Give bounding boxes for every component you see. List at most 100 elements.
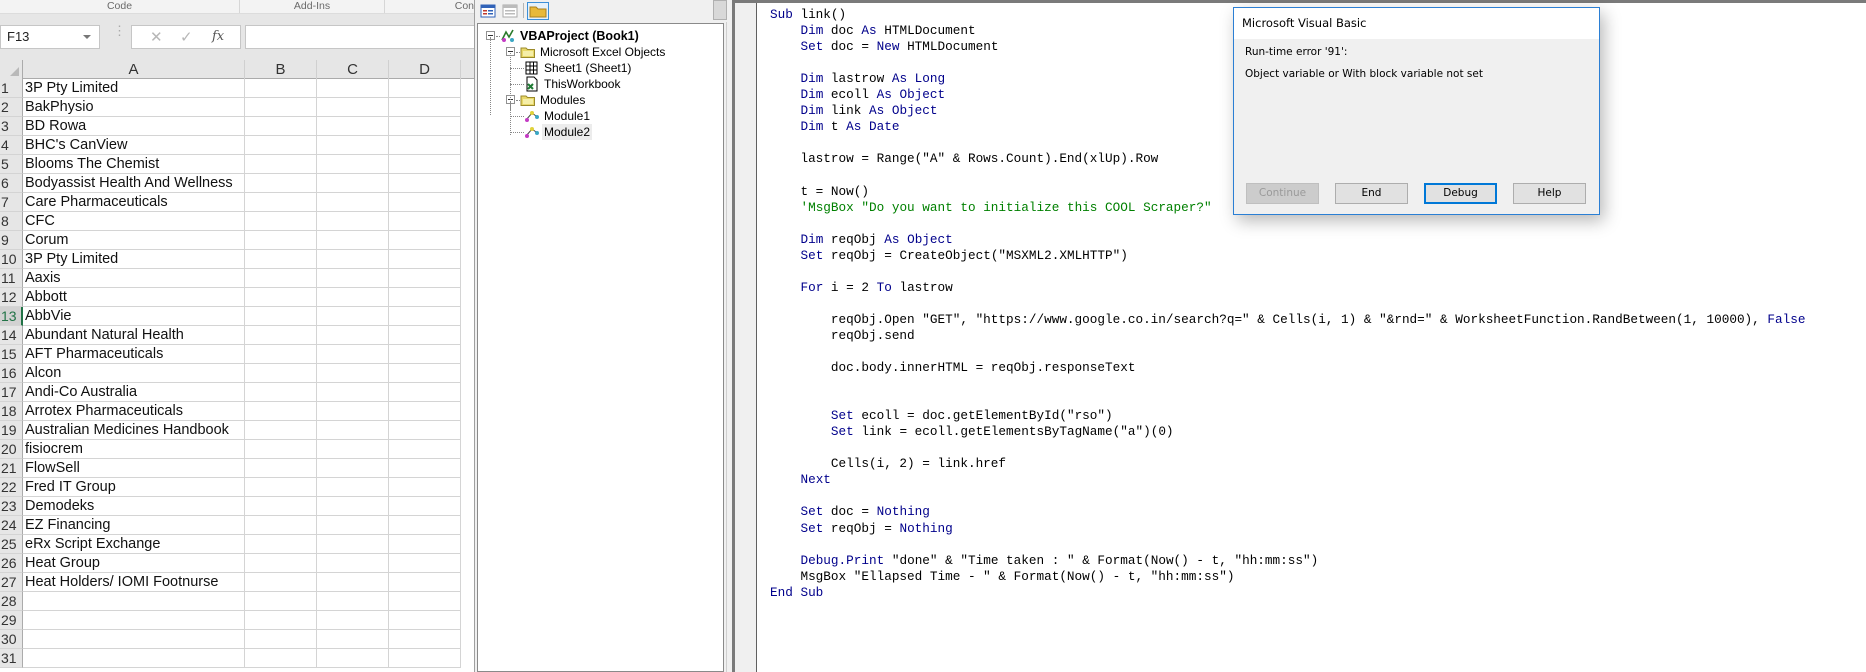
row-header[interactable]: 29 [0, 611, 23, 630]
cell-d[interactable] [389, 212, 461, 231]
cell-c[interactable] [317, 269, 389, 288]
column-header-c[interactable]: C [317, 60, 389, 79]
cell-b[interactable] [245, 98, 317, 117]
cell-d[interactable] [389, 459, 461, 478]
cell-c[interactable] [317, 79, 389, 98]
row-header[interactable]: 3 [0, 117, 23, 136]
row-header[interactable]: 24 [0, 516, 23, 535]
cell-d[interactable] [389, 174, 461, 193]
cell-a[interactable]: 3P Pty Limited [23, 250, 245, 269]
row-header[interactable]: 8 [0, 212, 23, 231]
cell-d[interactable] [389, 326, 461, 345]
cell-a[interactable] [23, 611, 245, 630]
cell-a[interactable]: fisiocrem [23, 440, 245, 459]
code-margin-indicator-bar[interactable] [735, 3, 757, 672]
cell-c[interactable] [317, 459, 389, 478]
row-header[interactable]: 7 [0, 193, 23, 212]
cell-d[interactable] [389, 307, 461, 326]
cell-d[interactable] [389, 554, 461, 573]
cell-a[interactable]: Corum [23, 231, 245, 250]
cell-a[interactable]: AbbVie [23, 307, 245, 326]
cell-d[interactable] [389, 535, 461, 554]
cell-b[interactable] [245, 478, 317, 497]
cell-b[interactable] [245, 174, 317, 193]
row-header[interactable]: 2 [0, 98, 23, 117]
cell-b[interactable] [245, 592, 317, 611]
cell-a[interactable]: Abbott [23, 288, 245, 307]
cell-b[interactable] [245, 288, 317, 307]
select-all-button[interactable] [0, 60, 23, 79]
cell-b[interactable] [245, 459, 317, 478]
tree-item-sheet1-sheet1[interactable]: Sheet1 (Sheet1) [510, 60, 752, 76]
cell-b[interactable] [245, 440, 317, 459]
enter-icon[interactable]: ✓ [180, 28, 193, 46]
formula-bar-grip-icon[interactable]: ⋮ [113, 24, 126, 37]
cell-b[interactable] [245, 402, 317, 421]
cell-b[interactable] [245, 231, 317, 250]
continue-button[interactable]: Continue [1246, 183, 1319, 204]
cell-a[interactable]: Arrotex Pharmaceuticals [23, 402, 245, 421]
row-header[interactable]: 1 [0, 79, 23, 98]
toolbar-overflow-button[interactable] [713, 0, 727, 20]
cell-d[interactable] [389, 288, 461, 307]
cell-c[interactable] [317, 231, 389, 250]
tree-item-vbaproject-book1[interactable]: VBAProject (Book1) [486, 28, 716, 44]
view-object-icon[interactable] [500, 2, 520, 20]
row-header[interactable]: 27 [0, 573, 23, 592]
cell-c[interactable] [317, 383, 389, 402]
cell-a[interactable] [23, 630, 245, 649]
cell-b[interactable] [245, 117, 317, 136]
view-code-icon[interactable] [478, 2, 498, 20]
cell-d[interactable] [389, 79, 461, 98]
column-header-b[interactable]: B [245, 60, 317, 79]
cell-b[interactable] [245, 345, 317, 364]
row-header[interactable]: 13 [0, 307, 23, 326]
cell-c[interactable] [317, 573, 389, 592]
cell-c[interactable] [317, 117, 389, 136]
cell-c[interactable] [317, 174, 389, 193]
cell-c[interactable] [317, 345, 389, 364]
cell-d[interactable] [389, 440, 461, 459]
cell-d[interactable] [389, 136, 461, 155]
cell-c[interactable] [317, 193, 389, 212]
cell-c[interactable] [317, 307, 389, 326]
cell-a[interactable]: Alcon [23, 364, 245, 383]
cell-d[interactable] [389, 269, 461, 288]
help-button[interactable]: Help [1513, 183, 1586, 204]
row-header[interactable]: 9 [0, 231, 23, 250]
row-header[interactable]: 22 [0, 478, 23, 497]
cell-a[interactable]: CFC [23, 212, 245, 231]
cell-a[interactable]: Heat Holders/ IOMI Footnurse [23, 573, 245, 592]
cell-d[interactable] [389, 402, 461, 421]
row-header[interactable]: 11 [0, 269, 23, 288]
row-header[interactable]: 5 [0, 155, 23, 174]
cell-c[interactable] [317, 497, 389, 516]
cell-b[interactable] [245, 307, 317, 326]
cell-b[interactable] [245, 554, 317, 573]
cancel-icon[interactable]: ✕ [150, 28, 163, 46]
cell-d[interactable] [389, 611, 461, 630]
cell-c[interactable] [317, 98, 389, 117]
row-header[interactable]: 31 [0, 649, 23, 668]
cell-a[interactable]: Aaxis [23, 269, 245, 288]
cell-d[interactable] [389, 630, 461, 649]
row-header[interactable]: 17 [0, 383, 23, 402]
cell-b[interactable] [245, 364, 317, 383]
cell-c[interactable] [317, 630, 389, 649]
row-header[interactable]: 18 [0, 402, 23, 421]
column-header-d[interactable]: D [389, 60, 461, 79]
cell-c[interactable] [317, 326, 389, 345]
cell-b[interactable] [245, 269, 317, 288]
cell-b[interactable] [245, 79, 317, 98]
row-header[interactable]: 15 [0, 345, 23, 364]
tree-item-modules[interactable]: Modules [506, 92, 736, 108]
cell-a[interactable]: Blooms The Chemist [23, 155, 245, 174]
cell-a[interactable]: Heat Group [23, 554, 245, 573]
cell-b[interactable] [245, 649, 317, 668]
cell-c[interactable] [317, 649, 389, 668]
row-header[interactable]: 25 [0, 535, 23, 554]
cell-d[interactable] [389, 250, 461, 269]
row-header[interactable]: 6 [0, 174, 23, 193]
cell-c[interactable] [317, 478, 389, 497]
cell-d[interactable] [389, 592, 461, 611]
